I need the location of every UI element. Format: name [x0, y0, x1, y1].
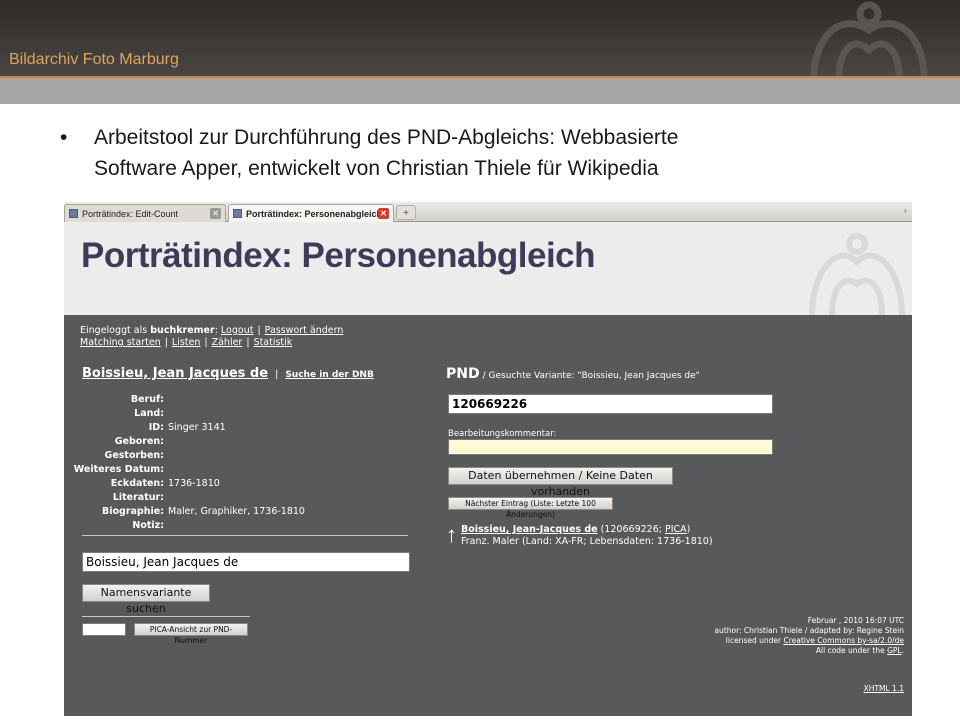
browser-tab-bar: Porträtindex: Edit-Count ✕ Porträtindex:… [64, 202, 912, 222]
pnd-heading: PND / Gesuchte Variante: "Boissieu, Jean… [446, 366, 700, 382]
bullet-text-line-1: Arbeitstool zur Durchführung des PND-Abg… [94, 126, 679, 149]
result-name-link[interactable]: Boissieu, Jean-Jacques de [461, 524, 598, 535]
up-arrow-icon: ↑ [446, 522, 457, 547]
field-label-biographie: Biographie: [102, 506, 164, 517]
result-pica-link[interactable]: PICA [665, 524, 687, 535]
embedded-screenshot: Porträtindex: Edit-Count ✕ Porträtindex:… [64, 202, 912, 716]
change-password-link[interactable]: Passwort ändern [265, 325, 344, 336]
favicon-icon [233, 209, 242, 218]
tab-label: Porträtindex: Edit-Count [82, 208, 179, 219]
nav-zaehler-link[interactable]: Zähler [212, 337, 243, 348]
slide-header: Bildarchiv Foto Marburg [0, 0, 960, 76]
person-heading: Boissieu, Jean Jacques de | Suche in der… [82, 366, 374, 381]
name-variant-input[interactable]: Boissieu, Jean Jacques de [82, 552, 410, 572]
field-label-beruf: Beruf: [130, 394, 164, 405]
license-link[interactable]: Creative Commons by-sa/2.0/de [783, 636, 904, 645]
nav-statistik-link[interactable]: Statistik [254, 337, 293, 348]
nav-listen-link[interactable]: Listen [172, 337, 200, 348]
pica-button[interactable]: PICA-Ansicht zur PND-Nummer [134, 623, 248, 645]
field-value-biographie: Maler, Graphiker, 1736-1810 [168, 506, 305, 517]
footer-license: licensed under Creative Commons by-sa/2.… [726, 636, 904, 645]
result-id: (120669226; [600, 524, 662, 535]
bullet-marker: • [60, 126, 68, 149]
person-name: Boissieu, Jean Jacques de [82, 366, 269, 381]
ornament-logo-icon [809, 233, 905, 315]
field-value-id: Singer 3141 [168, 422, 226, 433]
field-label-land: Land: [134, 408, 164, 419]
variant-text: / Gesuchte Variante: "Boissieu, Jean Jac… [482, 371, 700, 381]
divider [82, 535, 408, 536]
submit-data-button[interactable]: Daten übernehmen / Keine Daten vorhanden [448, 467, 673, 498]
search-variant-button[interactable]: Namensvariante suchen [82, 584, 210, 615]
field-label-eckdaten: Eckdaten: [110, 478, 164, 489]
tab-close-icon[interactable]: ✕ [378, 208, 389, 219]
logout-link[interactable]: Logout [221, 325, 254, 336]
new-tab-button[interactable]: + [396, 205, 416, 220]
login-prefix: Eingeloggt als [80, 325, 148, 336]
comment-input[interactable] [448, 439, 773, 455]
footer-date: Februar , 2010 16:07 UTC [807, 616, 904, 625]
result-details: Franz. Maler (Land: XA-FR; Lebensdaten: … [461, 536, 713, 547]
field-label-id: ID: [148, 422, 164, 433]
app-title: Porträtindex: Personenabgleich [81, 236, 596, 275]
tab-scroll-icon[interactable]: › [904, 206, 912, 218]
app-header: Porträtindex: Personenabgleich [64, 222, 912, 315]
ornament-logo-icon [810, 1, 928, 76]
slide-title: Bildarchiv Foto Marburg [9, 51, 179, 68]
field-label-notiz: Notiz: [132, 520, 164, 531]
gpl-link[interactable]: GPL [887, 646, 902, 655]
person-fields: Beruf: Land: ID: Singer 3141 Geboren: Ge… [64, 394, 404, 534]
nav-bar: Matching starten | Listen | Zähler | Statistik [80, 337, 293, 348]
nav-matching-link[interactable]: Matching starten [80, 337, 161, 348]
field-label-geboren: Geboren: [114, 436, 164, 447]
xhtml-link[interactable]: XHTML 1.1 [864, 684, 904, 693]
tab-edit-count[interactable]: Porträtindex: Edit-Count ✕ [64, 204, 226, 222]
tab-label: Porträtindex: Personenabgleich [246, 208, 383, 219]
field-label-literatur: Literatur: [112, 492, 164, 503]
tab-close-icon[interactable]: ✕ [210, 208, 221, 219]
field-label-weiteres-datum: Weiteres Datum: [73, 464, 164, 475]
login-user: buchkremer [150, 325, 215, 336]
pnd-input[interactable]: 120669226 [448, 394, 773, 414]
bullet-text-line-2: Software Apper, entwickelt von Christian… [94, 157, 659, 180]
favicon-icon [69, 209, 78, 218]
field-label-gestorben: Gestorben: [104, 450, 164, 461]
header-band [0, 78, 960, 104]
next-entry-button[interactable]: Nächster Eintrag (Liste: Letzte 100 Ände… [448, 497, 613, 519]
login-bar: Eingeloggt als buchkremer: Logout | Passwo… [80, 325, 344, 336]
footer-license-prefix: licensed under [725, 636, 782, 645]
comment-label: Bearbeitungskommentar: [448, 429, 557, 439]
pica-input[interactable] [82, 623, 126, 636]
result-id-suffix: ) [686, 524, 691, 535]
field-value-eckdaten: 1736-1810 [168, 478, 220, 489]
footer-code-prefix: All code under the [815, 646, 885, 655]
dnb-search-link[interactable]: Suche in der DNB [285, 370, 373, 380]
footer-code: All code under the GPL. [816, 646, 904, 655]
result-line-1: Boissieu, Jean-Jacques de (120669226; PI… [461, 524, 690, 535]
tab-personenabgleich[interactable]: Porträtindex: Personenabgleich ✕ [228, 204, 394, 222]
footer-code-suffix: . [901, 646, 904, 655]
pnd-label: PND [446, 366, 480, 382]
footer-author: author: Christian Thiele / adapted by: R… [714, 626, 904, 635]
divider [82, 616, 250, 617]
